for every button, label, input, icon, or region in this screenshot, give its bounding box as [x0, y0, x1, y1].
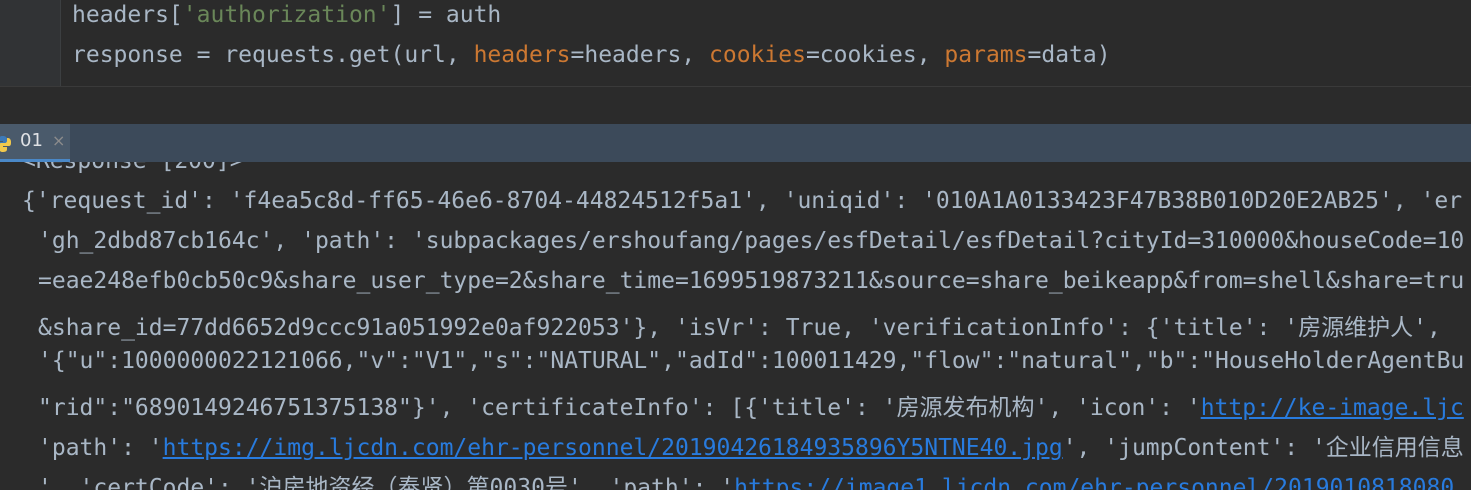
code-keyword-arg: cookies — [709, 42, 806, 68]
console-text: ', 'jumpContent': '企业信用信息 — [1062, 435, 1464, 461]
console-output[interactable]: <Response [200]> {'request_id': 'f4ea5c8… — [0, 162, 1471, 490]
panel-separator — [0, 86, 1471, 125]
console-line: ', 'certCode': '沪房地资经（奉贤）第0030号', 'path'… — [38, 468, 1454, 490]
editor-gutter — [0, 0, 61, 86]
console-line: <Response [200]> — [22, 162, 244, 174]
code-string: 'authorization' — [182, 2, 391, 28]
console-link[interactable]: https://image1.ljcdn.com/ehr-personnel/2… — [734, 475, 1454, 490]
console-line: '{"u":1000000022121066,"v":"V1","s":"NAT… — [38, 348, 1465, 374]
run-tool-window-tabbar: 01 × — [0, 124, 1471, 163]
code-token: ] = auth — [390, 2, 502, 28]
console-line: &share_id=77dd6652d9ccc91a051992e0af9220… — [38, 315, 1455, 341]
code-keyword-arg: headers — [473, 42, 571, 68]
code-token: =data) — [1027, 42, 1111, 68]
code-keyword-arg: params — [944, 42, 1028, 68]
console-link[interactable]: https://img.ljcdn.com/ehr-personnel/2019… — [163, 435, 1063, 461]
code-token: headers[ — [72, 2, 183, 28]
code-line[interactable]: headers['authorization'] = auth — [72, 2, 501, 28]
code-editor[interactable]: headers['authorization'] = auth response… — [0, 0, 1471, 86]
console-link[interactable]: http://ke-image.ljc — [1201, 395, 1464, 421]
code-token: =headers, — [570, 42, 709, 68]
console-line: 'gh_2dbd87cb164c', 'path': 'subpackages/… — [38, 228, 1465, 254]
run-tab[interactable]: 01 × — [0, 124, 70, 162]
console-text: "rid":"6890149246751375138"}', 'certific… — [38, 395, 1201, 421]
python-icon — [0, 133, 12, 152]
console-text: 'path': ' — [38, 435, 163, 461]
console-line: {'request_id': 'f4ea5c8d-ff65-46e6-8704-… — [22, 188, 1463, 214]
console-line: "rid":"6890149246751375138"}', 'certific… — [38, 388, 1464, 422]
code-line[interactable]: response = requests.get(url, headers=hea… — [72, 42, 1111, 68]
run-tab-label: 01 — [20, 130, 43, 151]
console-line: 'path': 'https://img.ljcdn.com/ehr-perso… — [38, 428, 1464, 462]
console-line: =eae248efb0cb50c9&share_user_type=2&shar… — [38, 268, 1465, 294]
console-text: ', 'certCode': '沪房地资经（奉贤）第0030号', 'path'… — [38, 475, 735, 490]
close-icon[interactable]: × — [52, 131, 65, 150]
code-token: =cookies, — [805, 42, 945, 68]
code-token: response = requests.get(url, — [72, 42, 474, 68]
